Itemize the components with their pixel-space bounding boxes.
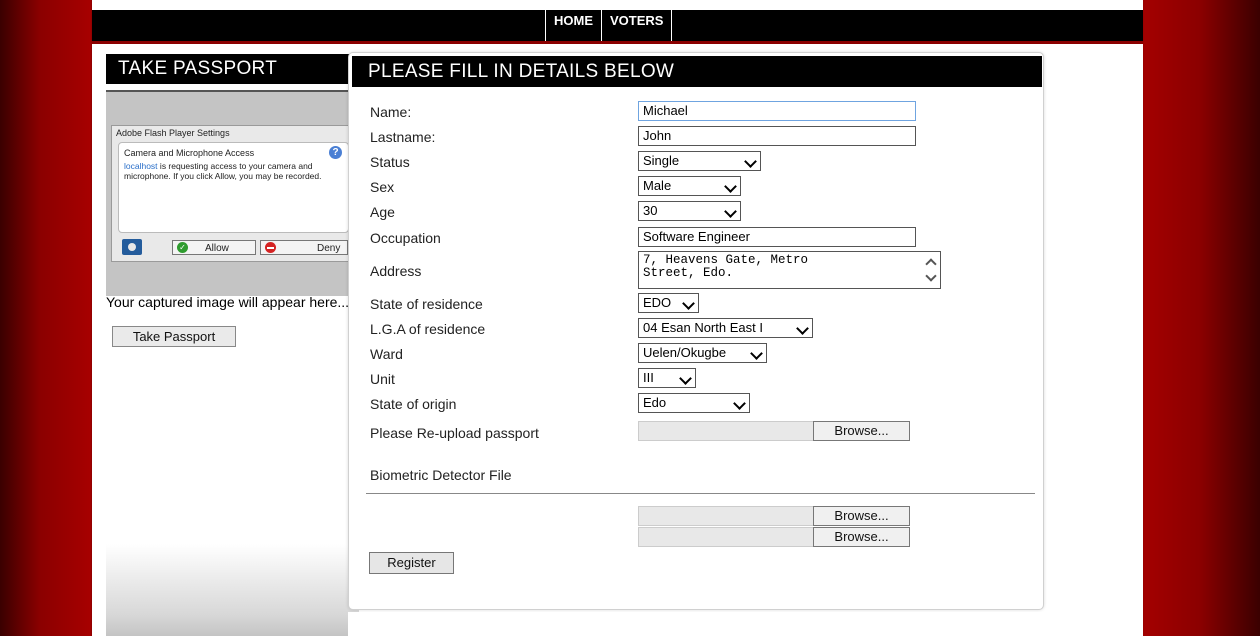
flash-permission-message: localhost is requesting access to your c… (124, 161, 339, 181)
unit-select[interactable]: III (638, 368, 696, 388)
page-footer-area (348, 612, 1042, 636)
ward-label: Ward (370, 346, 403, 362)
address-label: Address (370, 263, 422, 279)
chevron-down-icon (750, 347, 763, 360)
state-residence-value: EDO (643, 295, 672, 310)
name-label: Name: (370, 104, 412, 120)
biometric-browse-button-2[interactable]: Browse... (813, 527, 910, 547)
localhost-link: localhost (124, 161, 158, 171)
address-line-2: Street, Edo. (643, 266, 734, 280)
biometric-label: Biometric Detector File (370, 467, 512, 483)
unit-label: Unit (370, 371, 395, 387)
flash-dialog-title: Adobe Flash Player Settings (116, 128, 230, 138)
lga-select[interactable]: 04 Esan North East I (638, 318, 813, 338)
sex-value: Male (643, 178, 672, 193)
take-passport-button[interactable]: Take Passport (112, 326, 236, 347)
allow-label: Allow (205, 243, 229, 254)
passport-column: TAKE PASSPORT Adobe Flash Player Setting… (106, 54, 359, 636)
lga-label: L.G.A of residence (370, 321, 486, 337)
status-value: Single (643, 153, 680, 168)
capture-preview: Your captured image will appear here... … (106, 294, 359, 348)
chevron-down-icon (724, 205, 737, 218)
flash-permission-panel: Camera and Microphone Access ? localhost… (118, 142, 349, 233)
biometric-browse-button-1[interactable]: Browse... (813, 506, 910, 526)
passport-file-path[interactable] (638, 421, 814, 441)
capture-placeholder-text: Your captured image will appear here... (106, 294, 350, 310)
passport-file-input[interactable]: Browse... (638, 421, 910, 441)
status-label: Status (370, 154, 410, 170)
registration-form-panel: PLEASE FILL IN DETAILS BELOW Name: Micha… (348, 52, 1044, 610)
top-nav-bar: HOME VOTERS (92, 10, 1143, 44)
state-residence-label: State of residence (370, 296, 483, 312)
main-nav: HOME VOTERS (545, 10, 673, 41)
lastname-input[interactable]: John (638, 126, 916, 146)
state-origin-select[interactable]: Edo (638, 393, 750, 413)
passport-upload-label: Please Re-upload passport (370, 425, 539, 441)
occupation-input[interactable]: Software Engineer (638, 227, 916, 247)
chevron-down-icon (679, 372, 692, 385)
biometric-file-input-2[interactable]: Browse... (638, 527, 910, 547)
nav-voters-link[interactable]: VOTERS (601, 10, 673, 41)
name-input[interactable]: Michael (638, 101, 916, 121)
age-value: 30 (643, 203, 658, 218)
sex-label: Sex (370, 179, 395, 195)
chevron-down-icon (796, 322, 809, 335)
lastname-label: Lastname: (370, 129, 436, 145)
chevron-down-icon (682, 297, 695, 310)
register-button[interactable]: Register (369, 552, 454, 574)
nav-home-link[interactable]: HOME (545, 10, 602, 41)
deny-icon (265, 242, 276, 253)
state-origin-value: Edo (643, 395, 667, 410)
check-icon: ✓ (177, 242, 188, 253)
flash-permission-heading: Camera and Microphone Access (124, 148, 255, 158)
chevron-down-icon (724, 180, 737, 193)
age-label: Age (370, 204, 395, 220)
deny-button[interactable]: Deny (260, 240, 348, 255)
biometric-file-input-1[interactable]: Browse... (638, 506, 910, 526)
allow-button[interactable]: ✓ Allow (172, 240, 256, 255)
passport-browse-button[interactable]: Browse... (813, 421, 910, 441)
state-residence-select[interactable]: EDO (638, 293, 699, 313)
ward-select[interactable]: Uelen/Okugbe (638, 343, 767, 363)
unit-value: III (643, 370, 654, 385)
biometric-file-path-2[interactable] (638, 527, 814, 547)
form-title: PLEASE FILL IN DETAILS BELOW (352, 56, 1042, 87)
passport-title: TAKE PASSPORT (106, 54, 359, 84)
section-divider (366, 493, 1035, 494)
age-select[interactable]: 30 (638, 201, 741, 221)
help-icon[interactable]: ? (329, 146, 342, 159)
lga-value: 04 Esan North East I (643, 320, 763, 335)
address-textarea[interactable]: 7, Heavens Gate, Metro Street, Edo. (638, 251, 941, 289)
deny-label: Deny (317, 243, 341, 254)
biometric-file-path-1[interactable] (638, 506, 814, 526)
chevron-down-icon (733, 397, 746, 410)
flash-settings-dialog: Adobe Flash Player Settings Camera and M… (111, 125, 356, 262)
webcam-area: Adobe Flash Player Settings Camera and M… (106, 90, 359, 296)
status-select[interactable]: Single (638, 151, 761, 171)
state-origin-label: State of origin (370, 396, 457, 412)
occupation-label: Occupation (370, 230, 441, 246)
chevron-down-icon (744, 155, 757, 168)
camera-monitor-icon[interactable] (122, 239, 142, 255)
ward-value: Uelen/Okugbe (643, 345, 727, 360)
sex-select[interactable]: Male (638, 176, 741, 196)
